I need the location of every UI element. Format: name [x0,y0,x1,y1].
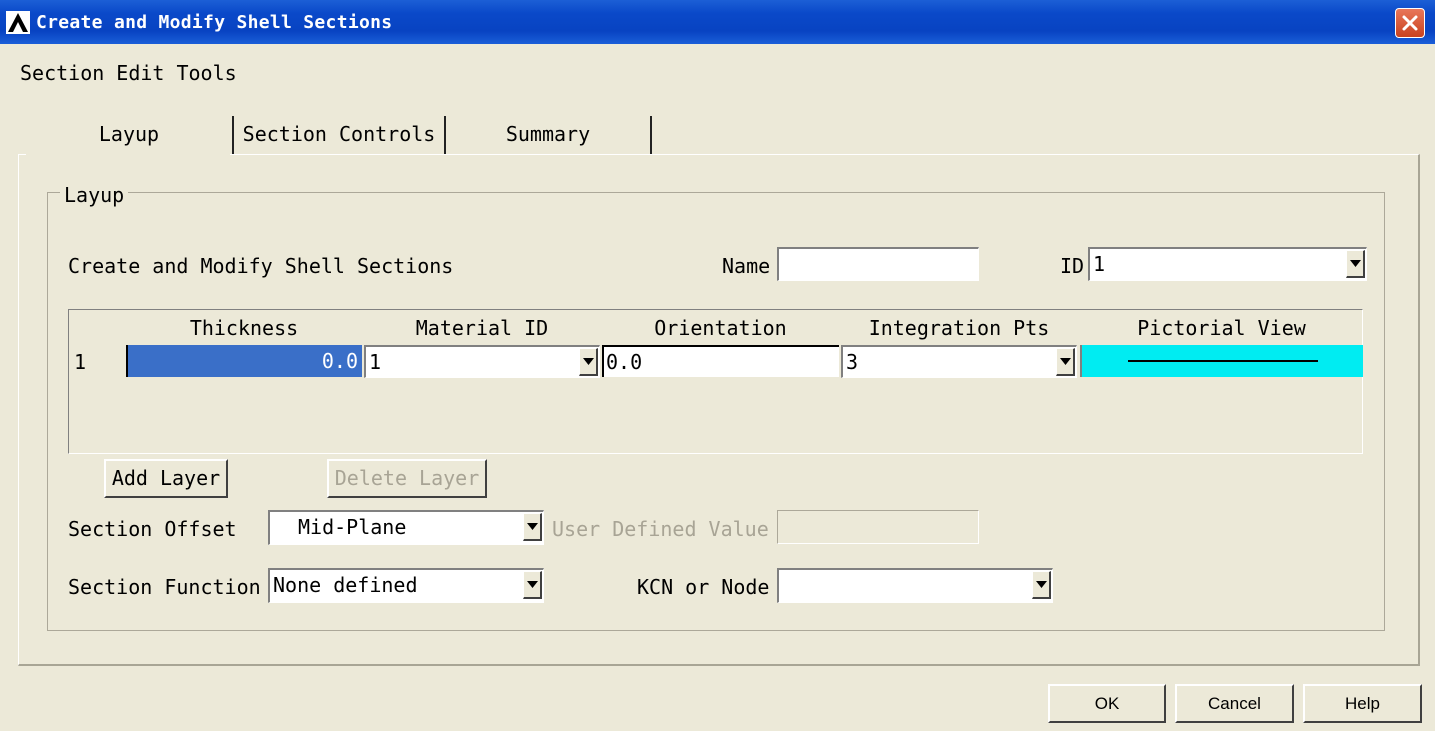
kcn-or-node-label: KCN or Node [637,575,770,599]
orientation-cell[interactable]: 0.0 [602,345,839,377]
row-number: 1 [74,350,87,374]
title-bar: Create and Modify Shell Sections [0,0,1435,44]
dropdown-arrow-icon[interactable] [1032,571,1051,599]
menu-section[interactable]: Section [20,61,104,85]
help-button[interactable]: Help [1303,684,1422,723]
dropdown-arrow-icon[interactable] [579,348,598,376]
material-id-value: 1 [369,350,382,374]
pictorial-view-cell [1080,345,1363,377]
delete-layer-button[interactable]: Delete Layer [327,459,487,498]
integration-pts-value: 3 [846,350,859,374]
window-title: Create and Modify Shell Sections [36,12,393,33]
name-input[interactable] [777,247,979,281]
section-function-label: Section Function [68,575,261,599]
layup-group-title: Layup [60,183,129,207]
menu-tools[interactable]: Tools [176,61,236,85]
menu-bar: Section Edit Tools [20,61,249,85]
id-select-value: 1 [1093,252,1106,276]
section-heading: Create and Modify Shell Sections [68,254,454,278]
section-function-select[interactable]: None defined [268,568,544,603]
material-id-select[interactable]: 1 [364,345,600,378]
thickness-cell[interactable]: 0.0 [126,345,362,377]
close-icon [1402,15,1418,31]
tab-layup[interactable]: Layup [26,116,232,154]
col-thickness: Thickness [189,316,299,340]
col-orientation: Orientation [654,316,787,340]
section-offset-value: Mid-Plane [298,515,407,539]
cancel-button[interactable]: Cancel [1175,684,1294,723]
dropdown-arrow-icon[interactable] [523,571,542,599]
menu-edit[interactable]: Edit [116,61,164,85]
close-button[interactable] [1395,8,1425,38]
col-pictorial-view: Pictorial View [1137,316,1306,340]
dropdown-arrow-icon[interactable] [1056,348,1075,376]
col-material-id: Material ID [415,316,549,340]
integration-pts-select[interactable]: 3 [841,345,1077,378]
user-defined-value-input[interactable] [777,510,979,544]
user-defined-value-label: User Defined Value [552,517,769,541]
name-label: Name [722,254,771,278]
section-function-value: None defined [273,573,418,597]
layer-line-icon [1128,360,1318,362]
tab-summary[interactable]: Summary [446,116,652,154]
tab-section-controls[interactable]: Section Controls [232,116,446,154]
ansys-logo-icon [6,11,30,34]
id-select[interactable]: 1 [1088,247,1367,281]
kcn-or-node-select[interactable] [777,568,1053,603]
dropdown-arrow-icon[interactable] [523,513,542,541]
col-integration-pts: Integration Pts [868,316,1050,340]
ok-button[interactable]: OK [1048,684,1166,723]
section-offset-label: Section Offset [68,517,237,541]
section-offset-select[interactable]: Mid-Plane [268,510,544,545]
add-layer-button[interactable]: Add Layer [104,459,228,498]
dropdown-arrow-icon[interactable] [1346,250,1365,278]
id-label: ID [1060,254,1085,278]
